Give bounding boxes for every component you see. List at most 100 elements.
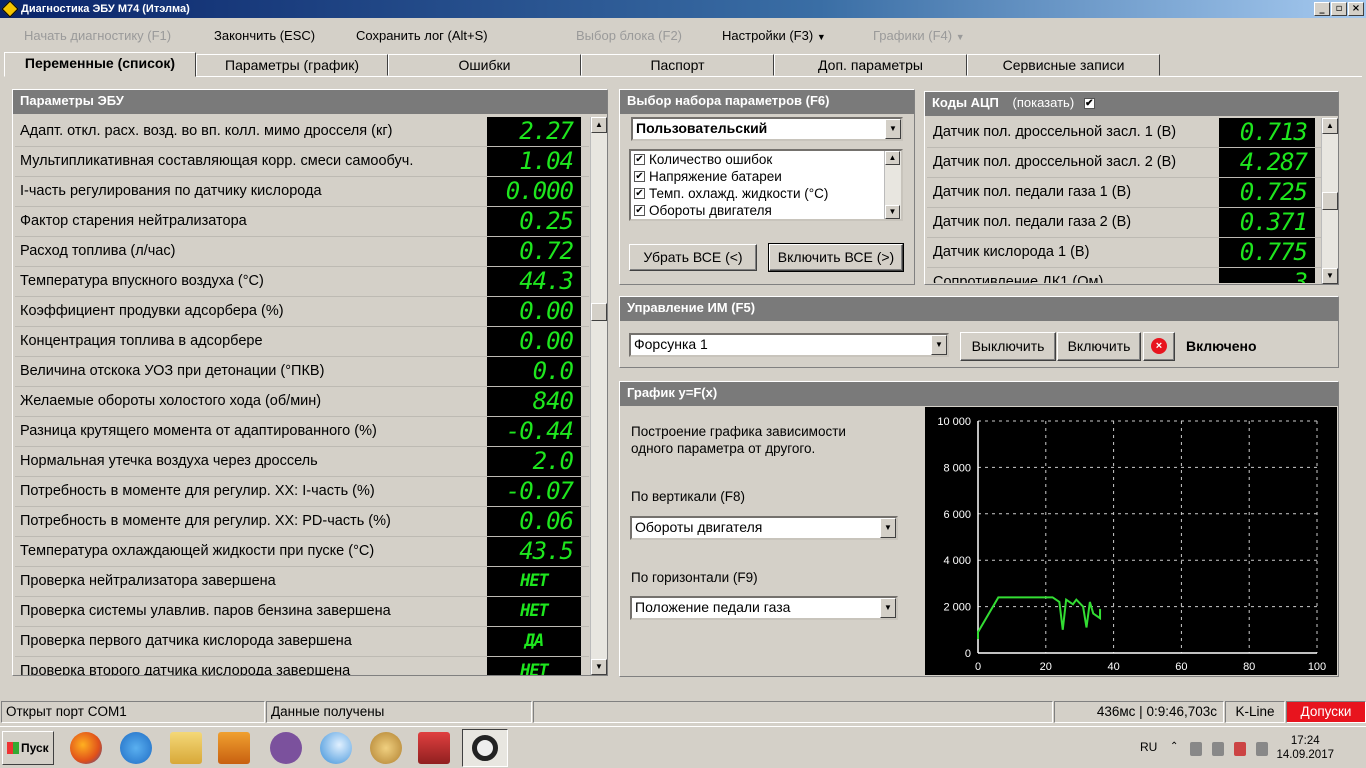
param-set-item-label: Обороты двигателя — [649, 203, 772, 218]
stop-icon[interactable]: × — [1143, 332, 1175, 361]
ecu-param-row[interactable]: Величина отскока УОЗ при детонации (°ПКВ… — [15, 357, 589, 387]
minimize-button[interactable]: _ — [1314, 2, 1330, 16]
close-button[interactable]: × — [1348, 2, 1364, 16]
param-set-item[interactable]: ✔ Напряжение батареи — [631, 168, 901, 185]
ecu-param-name: Фактор старения нейтрализатора — [20, 213, 247, 229]
diagnostics-app-taskbar-icon[interactable] — [462, 729, 508, 767]
adc-row[interactable]: Датчик пол. педали газа 2 (В) 0.371 — [927, 208, 1321, 238]
scroll-down-icon[interactable]: ▼ — [885, 205, 900, 219]
folder-icon[interactable] — [170, 732, 202, 764]
battery-icon[interactable] — [1190, 742, 1202, 756]
ecu-param-row[interactable]: Проверка первого датчика кислорода завер… — [15, 627, 589, 657]
notification-icon[interactable] — [1256, 742, 1268, 756]
checkbox-checked-icon[interactable]: ✔ — [634, 188, 645, 199]
tab-params-graph[interactable]: Параметры (график) — [196, 54, 388, 76]
actuator-select[interactable]: Форсунка 1 ▼ — [629, 333, 949, 357]
scroll-thumb[interactable] — [1322, 192, 1338, 210]
ecu-param-row[interactable]: Коэффициент продувки адсорбера (%) 0.00 — [15, 297, 589, 327]
tab-variables-list[interactable]: Переменные (список) — [4, 52, 196, 77]
checklist-scrollbar[interactable]: ▲ ▼ — [884, 151, 901, 219]
firefox-icon[interactable] — [70, 732, 102, 764]
finish-button[interactable]: Закончить (ESC) — [214, 28, 315, 43]
media-player-icon[interactable] — [218, 732, 250, 764]
toolbox-icon[interactable] — [418, 732, 450, 764]
start-button[interactable]: Пуск — [2, 731, 54, 765]
paint-icon[interactable] — [370, 732, 402, 764]
checkbox-checked-icon[interactable]: ✔ — [634, 154, 645, 165]
chevron-down-icon[interactable]: ▼ — [880, 598, 896, 618]
internet-explorer-icon[interactable] — [120, 732, 152, 764]
language-indicator[interactable]: RU — [1140, 740, 1157, 754]
adc-row[interactable]: Сопротивление ДК1 (Ом) 3 — [927, 268, 1321, 283]
scroll-down-icon[interactable]: ▼ — [1322, 268, 1338, 284]
ecu-param-row[interactable]: Проверка второго датчика кислорода завер… — [15, 657, 589, 675]
ecu-param-row[interactable]: Фактор старения нейтрализатора 0.25 — [15, 207, 589, 237]
scroll-down-icon[interactable]: ▼ — [591, 659, 607, 675]
tab-service-records[interactable]: Сервисные записи — [967, 54, 1160, 76]
param-set-select[interactable]: Пользовательский ▼ — [631, 117, 903, 141]
status-tolerances[interactable]: Допуски — [1286, 701, 1366, 723]
settings-menu[interactable]: Настройки (F3) ▼ — [722, 28, 826, 43]
param-set-item[interactable]: ✔ Количество ошибок — [631, 151, 901, 168]
ecu-param-row[interactable]: Потребность в моменте для регулир. XX: P… — [15, 507, 589, 537]
param-set-item[interactable]: ✔ Темп. охлажд. жидкости (°C) — [631, 185, 901, 202]
vertical-axis-select[interactable]: Обороты двигателя ▼ — [630, 516, 898, 540]
param-set-checklist[interactable]: ✔ Количество ошибок ✔ Напряжение батареи ✔ Те… — [629, 149, 903, 221]
adc-scrollbar[interactable]: ▲ ▼ — [1321, 118, 1338, 284]
ecu-param-row[interactable]: Проверка нейтрализатора завершена НЕТ — [15, 567, 589, 597]
checkbox-checked-icon[interactable]: ✔ — [634, 171, 645, 182]
viber-icon[interactable] — [270, 732, 302, 764]
ecu-param-row[interactable]: Расход топлива (л/час) 0.72 — [15, 237, 589, 267]
param-set-item[interactable]: ✔ Обороты двигателя — [631, 202, 901, 219]
turn-on-button[interactable]: Включить — [1057, 332, 1141, 361]
adc-row[interactable]: Датчик пол. дроссельной засл. 1 (В) 0.713 — [927, 118, 1321, 148]
chevron-down-icon[interactable]: ▼ — [931, 335, 947, 355]
ecu-param-row[interactable]: Проверка системы улавлив. паров бензина … — [15, 597, 589, 627]
ecu-param-row[interactable]: Температура охлаждающей жидкости при пус… — [15, 537, 589, 567]
start-diagnostics-button[interactable]: Начать диагностику (F1) — [24, 28, 171, 43]
chevron-down-icon[interactable]: ▼ — [885, 119, 901, 139]
adc-show-checkbox[interactable]: ✔ — [1083, 98, 1095, 110]
y-tick-label: 4 000 — [943, 555, 971, 567]
scroll-up-icon[interactable]: ▲ — [591, 117, 607, 133]
select-block-button[interactable]: Выбор блока (F2) — [576, 28, 682, 43]
turn-off-button[interactable]: Выключить — [960, 332, 1056, 361]
chevron-down-icon[interactable]: ▼ — [880, 518, 896, 538]
ecu-param-value: 43.5 — [487, 537, 581, 566]
checkbox-checked-icon[interactable]: ✔ — [634, 205, 645, 216]
ecu-param-row[interactable]: Адапт. откл. расх. возд. во вп. колл. ми… — [15, 117, 589, 147]
maximize-button[interactable]: ▫ — [1331, 2, 1347, 16]
volume-icon[interactable] — [1212, 742, 1224, 756]
horizontal-axis-select[interactable]: Положение педали газа ▼ — [630, 596, 898, 620]
ecu-param-row[interactable]: Мультипликативная составляющая корр. сме… — [15, 147, 589, 177]
ecu-param-row[interactable]: I-часть регулирования по датчику кислоро… — [15, 177, 589, 207]
adc-row[interactable]: Датчик кислорода 1 (В) 0.775 — [927, 238, 1321, 268]
ecu-param-row[interactable]: Нормальная утечка воздуха через дроссель… — [15, 447, 589, 477]
save-log-button[interactable]: Сохранить лог (Alt+S) — [356, 28, 488, 43]
clock[interactable]: 17:24 14.09.2017 — [1276, 734, 1334, 762]
adc-value: 0.775 — [1219, 238, 1315, 267]
ecu-param-name: Нормальная утечка воздуха через дроссель — [20, 453, 318, 469]
scroll-up-icon[interactable]: ▲ — [1322, 118, 1338, 134]
add-all-button[interactable]: Включить ВСЕ (>) — [768, 243, 904, 272]
ecu-param-row[interactable]: Температура впускного воздуха (°C) 44.3 — [15, 267, 589, 297]
ecu-params-scrollbar[interactable]: ▲ ▼ — [590, 117, 607, 675]
ecu-param-row[interactable]: Потребность в моменте для регулир. XX: I… — [15, 477, 589, 507]
adc-row[interactable]: Датчик пол. дроссельной засл. 2 (В) 4.287 — [927, 148, 1321, 178]
scroll-thumb[interactable] — [591, 303, 607, 321]
scroll-up-icon[interactable]: ▲ — [885, 151, 900, 165]
ecu-param-row[interactable]: Желаемые обороты холостого хода (об/мин)… — [15, 387, 589, 417]
chevron-up-icon[interactable]: ⌃ — [1170, 741, 1182, 755]
tab-extra-params[interactable]: Доп. параметры — [774, 54, 967, 76]
network-icon[interactable] — [1234, 742, 1246, 756]
tab-errors[interactable]: Ошибки — [388, 54, 581, 76]
browser-icon[interactable] — [320, 732, 352, 764]
tab-passport[interactable]: Паспорт — [581, 54, 774, 76]
graphs-menu[interactable]: Графики (F4) ▼ — [873, 28, 965, 43]
ecu-param-row[interactable]: Концентрация топлива в адсорбере 0.00 — [15, 327, 589, 357]
adc-row[interactable]: Датчик пол. педали газа 1 (В) 0.725 — [927, 178, 1321, 208]
ecu-param-row[interactable]: Разница крутящего момента от адаптирован… — [15, 417, 589, 447]
remove-all-button[interactable]: Убрать ВСЕ (<) — [629, 244, 757, 271]
ecu-param-name: Адапт. откл. расх. возд. во вп. колл. ми… — [20, 123, 393, 139]
x-tick-label: 20 — [1040, 661, 1052, 673]
